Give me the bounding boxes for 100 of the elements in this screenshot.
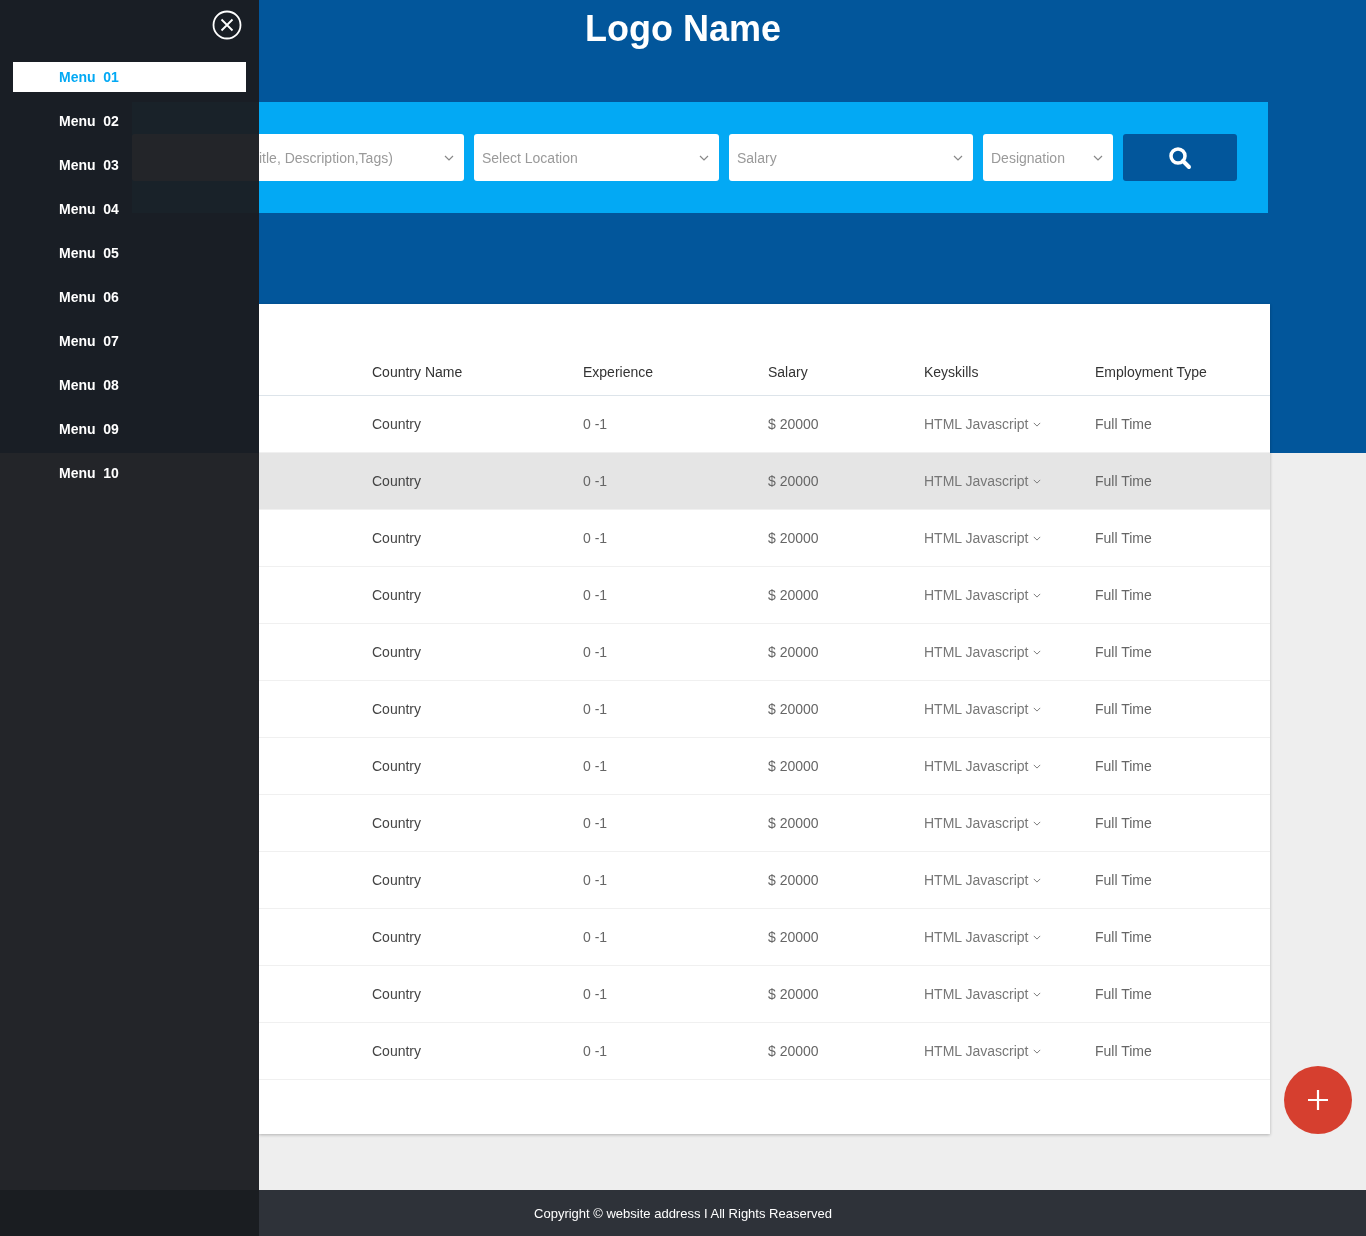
- table-row[interactable]: Country 0 -1 $ 20000 HTML Javascript Full Time: [259, 795, 1270, 852]
- menu-item[interactable]: Menu 10: [13, 458, 246, 488]
- table-cell: $ 20000: [768, 986, 819, 1002]
- table-cell: 0 -1: [583, 815, 608, 831]
- table-cell: Full Time: [1095, 815, 1152, 831]
- chevron-down-icon: [444, 155, 454, 161]
- table-cell: Full Time: [1095, 530, 1152, 546]
- chevron-down-icon: [1032, 535, 1041, 541]
- table-cell: Full Time: [1095, 701, 1152, 717]
- chevron-down-icon: [953, 155, 963, 161]
- table-cell: Full Time: [1095, 1043, 1152, 1059]
- keyskills-dropdown[interactable]: HTML Javascript: [924, 416, 1041, 432]
- table-cell: 0 -1: [583, 644, 608, 660]
- table-cell: 0 -1: [583, 701, 608, 717]
- keyskills-dropdown[interactable]: HTML Javascript: [924, 929, 1041, 945]
- table-cell: $ 20000: [768, 758, 819, 774]
- chevron-down-icon: [1032, 478, 1041, 484]
- table-cell: Full Time: [1095, 587, 1152, 603]
- chevron-down-icon: [1032, 877, 1041, 883]
- chevron-down-icon: [1032, 763, 1041, 769]
- menu-item[interactable]: Menu 07: [13, 326, 246, 356]
- chevron-down-icon: [1032, 592, 1041, 598]
- table-row[interactable]: Country 0 -1 $ 20000 HTML Javascript Full Time: [259, 510, 1270, 567]
- chevron-down-icon: [1032, 934, 1041, 940]
- table-row[interactable]: Country 0 -1 $ 20000 HTML Javascript Full Time: [259, 966, 1270, 1023]
- table-cell: Country: [372, 416, 422, 432]
- keyskills-dropdown[interactable]: HTML Javascript: [924, 473, 1041, 489]
- table-cell: $ 20000: [768, 701, 819, 717]
- column-header: Salary: [768, 363, 808, 380]
- table-cell: 0 -1: [583, 587, 608, 603]
- keyskills-dropdown[interactable]: HTML Javascript: [924, 530, 1041, 546]
- menu-item[interactable]: Menu 02: [13, 106, 246, 136]
- table-cell: 0 -1: [583, 530, 608, 546]
- table-cell: Country: [372, 530, 422, 546]
- table-row[interactable]: Country 0 -1 $ 20000 HTML Javascript Full Time: [259, 1023, 1270, 1080]
- table-cell: Country: [372, 929, 422, 945]
- chevron-down-icon: [1032, 649, 1041, 655]
- table-row[interactable]: Country 0 -1 $ 20000 HTML Javascript Full Time: [259, 624, 1270, 681]
- table-cell: Country: [372, 473, 422, 489]
- table-cell: Country: [372, 644, 422, 660]
- close-icon[interactable]: [212, 10, 242, 40]
- keyskills-dropdown[interactable]: HTML Javascript: [924, 644, 1041, 660]
- chevron-down-icon: [1032, 706, 1041, 712]
- copyright-text: Copyright © website address I All Rights Reaserved: [534, 1205, 832, 1221]
- table-row[interactable]: Country 0 -1 $ 20000 HTML Javascript Full Time: [259, 681, 1270, 738]
- table-cell: Country: [372, 587, 422, 603]
- plus-icon: [1306, 1088, 1330, 1112]
- keyskills-dropdown[interactable]: HTML Javascript: [924, 758, 1041, 774]
- table-cell: Country: [372, 872, 422, 888]
- search-icon: [1168, 145, 1192, 170]
- table-row[interactable]: Country 0 -1 $ 20000 HTML Javascript Full Time: [259, 852, 1270, 909]
- chevron-down-icon: [699, 155, 709, 161]
- table-cell: 0 -1: [583, 1043, 608, 1059]
- keyskills-dropdown[interactable]: HTML Javascript: [924, 872, 1041, 888]
- table-cell: Full Time: [1095, 758, 1152, 774]
- keyskills-dropdown[interactable]: HTML Javascript: [924, 815, 1041, 831]
- chevron-down-icon: [1032, 991, 1041, 997]
- table-cell: Full Time: [1095, 872, 1152, 888]
- table-cell: $ 20000: [768, 473, 819, 489]
- table-row[interactable]: Country 0 -1 $ 20000 HTML Javascript Full Time: [259, 567, 1270, 624]
- table-cell: $ 20000: [768, 416, 819, 432]
- table-cell: Full Time: [1095, 929, 1152, 945]
- table-cell: Country: [372, 1043, 422, 1059]
- keyskills-dropdown[interactable]: HTML Javascript: [924, 1043, 1041, 1059]
- select-field[interactable]: Select Location: [474, 134, 719, 181]
- table-cell: $ 20000: [768, 929, 819, 945]
- column-header: Country Name: [372, 363, 463, 380]
- table-row[interactable]: Country 0 -1 $ 20000 HTML Javascript Full Time: [259, 738, 1270, 795]
- table-cell: 0 -1: [583, 872, 608, 888]
- table-cell: 0 -1: [583, 758, 608, 774]
- select-field[interactable]: Salary: [729, 134, 973, 181]
- table-cell: Full Time: [1095, 644, 1152, 660]
- select-field[interactable]: Designation: [983, 134, 1113, 181]
- table-row[interactable]: Country 0 -1 $ 20000 HTML Javascript Full Time: [259, 909, 1270, 966]
- table-cell: Country: [372, 701, 422, 717]
- column-header: Keyskills: [924, 363, 979, 380]
- logo-text: Logo Name: [585, 8, 781, 50]
- menu-item[interactable]: Menu 06: [13, 282, 246, 312]
- table-cell: Full Time: [1095, 416, 1152, 432]
- table-cell: $ 20000: [768, 815, 819, 831]
- table-cell: $ 20000: [768, 587, 819, 603]
- table-cell: $ 20000: [768, 530, 819, 546]
- keyskills-dropdown[interactable]: HTML Javascript: [924, 701, 1041, 717]
- table-cell: $ 20000: [768, 1043, 819, 1059]
- table-cell: Country: [372, 758, 422, 774]
- table-cell: Country: [372, 815, 422, 831]
- keyskills-dropdown[interactable]: HTML Javascript: [924, 587, 1041, 603]
- menu-item[interactable]: Menu 04: [13, 194, 246, 224]
- menu-item[interactable]: Menu 08: [13, 370, 246, 400]
- chevron-down-icon: [1093, 155, 1103, 161]
- table-row[interactable]: Country 0 -1 $ 20000 HTML Javascript Full Time: [259, 453, 1270, 510]
- keyskills-dropdown[interactable]: HTML Javascript: [924, 986, 1041, 1002]
- menu-item[interactable]: Menu 09: [13, 414, 246, 444]
- search-button[interactable]: [1123, 134, 1237, 181]
- table-cell: $ 20000: [768, 644, 819, 660]
- table-cell: 0 -1: [583, 986, 608, 1002]
- table-cell: 0 -1: [583, 929, 608, 945]
- table-cell: 0 -1: [583, 416, 608, 432]
- menu-item[interactable]: Menu 05: [13, 238, 246, 268]
- table-cell: 0 -1: [583, 473, 608, 489]
